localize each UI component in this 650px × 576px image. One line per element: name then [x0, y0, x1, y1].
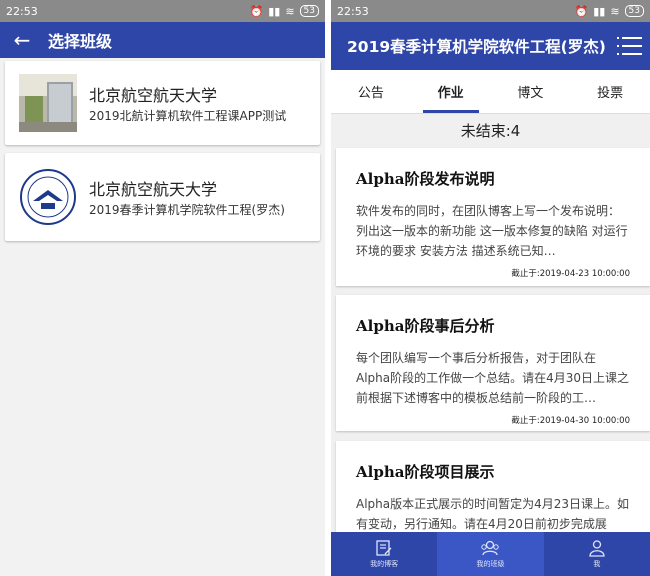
tab-blogs[interactable]: 博文 [491, 70, 571, 113]
class-select-screen: 22:53 ⏰ ▮▮ ≋ 53 ← 选择班级 北京航空航天大学 2019北航计算… [0, 0, 325, 576]
top-app-bar: 2019春季计算机学院软件工程(罗杰) [331, 22, 650, 70]
university-name: 北京航空航天大学 [89, 86, 218, 105]
battery-icon: 53 [624, 5, 644, 17]
nav-my-class[interactable]: 我的班级 [437, 532, 544, 576]
group-icon [481, 540, 500, 556]
bottom-navigation: 我的博客 我的班级 我 [331, 532, 650, 576]
signal-icon: ▮▮ [268, 4, 281, 18]
signal-icon: ▮▮ [593, 4, 606, 18]
status-time: 22:53 [337, 4, 369, 18]
class-thumbnail-photo [19, 74, 77, 132]
class-detail-screen: 22:53 ⏰ ▮▮ ≋ 53 2019春季计算机学院软件工程(罗杰) 公告 作… [331, 0, 650, 576]
alarm-icon: ⏰ [249, 4, 264, 18]
list-menu-icon[interactable] [614, 22, 650, 70]
user-icon [589, 540, 605, 557]
university-name: 北京航空航天大学 [89, 180, 218, 199]
status-icons: ⏰ ▮▮ ≋ 53 [250, 5, 319, 18]
tab-homework[interactable]: 作业 [411, 70, 491, 113]
homework-deadline: 截止于:2019-04-30 10:00:00 [511, 416, 630, 426]
status-bar: 22:53 ⏰ ▮▮ ≋ 53 [0, 0, 325, 22]
homework-card[interactable]: Alpha阶段发布说明 软件发布的同时，在团队博客上写一个发布说明：列出这一版本… [336, 148, 650, 286]
blog-edit-icon [376, 540, 392, 556]
nav-my-blog[interactable]: 我的博客 [331, 532, 437, 576]
status-time: 22:53 [6, 4, 38, 18]
back-arrow-icon[interactable]: ← [0, 28, 44, 52]
page-title: 选择班级 [48, 32, 113, 51]
class-info: 北京航空航天大学 2019春季计算机学院软件工程(罗杰) [89, 176, 285, 218]
homework-description: Alpha版本正式展示的时间暂定为4月23日课上。如有变动，另行通知。请在4月2… [356, 497, 630, 531]
university-logo-icon [20, 169, 76, 225]
homework-card[interactable]: Alpha阶段事后分析 每个团队编写一个事后分析报告，对于团队在Alpha阶段的… [336, 295, 650, 431]
nav-label: 我的博客 [370, 560, 399, 568]
wifi-icon: ≋ [610, 4, 620, 18]
course-name: 2019北航计算机软件工程课APP测试 [89, 109, 287, 123]
class-card[interactable]: 北京航空航天大学 2019北航计算机软件工程课APP测试 [5, 61, 320, 145]
nav-label: 我 [593, 560, 601, 568]
wifi-icon: ≋ [285, 4, 295, 18]
unfinished-count: 未结束:4 [460, 121, 521, 140]
nav-me[interactable]: 我 [544, 532, 650, 576]
homework-card[interactable]: Alpha阶段项目展示 Alpha版本正式展示的时间暂定为4月23日课上。如有变… [336, 441, 650, 541]
status-bar: 22:53 ⏰ ▮▮ ≋ 53 [331, 0, 650, 22]
tab-votes[interactable]: 投票 [570, 70, 650, 113]
alarm-icon: ⏰ [574, 4, 589, 18]
homework-description: 软件发布的同时，在团队博客上写一个发布说明：列出这一版本的新功能 这一版本修复的… [356, 204, 628, 258]
class-info: 北京航空航天大学 2019北航计算机软件工程课APP测试 [89, 82, 286, 124]
status-icons: ⏰ ▮▮ ≋ 53 [575, 5, 644, 18]
battery-icon: 53 [299, 5, 319, 17]
homework-title: Alpha阶段事后分析 [356, 317, 495, 335]
class-title: 2019春季计算机学院软件工程(罗杰) [347, 38, 606, 56]
homework-title: Alpha阶段发布说明 [356, 170, 495, 188]
top-app-bar: ← 选择班级 [0, 22, 325, 58]
homework-description: 每个团队编写一个事后分析报告，对于团队在Alpha阶段的工作做一个总结。请在4月… [356, 351, 630, 405]
homework-deadline: 截止于:2019-04-23 10:00:00 [511, 269, 630, 279]
nav-label: 我的班级 [476, 560, 505, 568]
course-name: 2019春季计算机学院软件工程(罗杰) [89, 203, 285, 217]
tab-announcements[interactable]: 公告 [331, 70, 411, 113]
tab-bar: 公告 作业 博文 投票 [331, 70, 650, 114]
class-card[interactable]: 北京航空航天大学 2019春季计算机学院软件工程(罗杰) [5, 153, 320, 241]
homework-title: Alpha阶段项目展示 [356, 463, 495, 481]
